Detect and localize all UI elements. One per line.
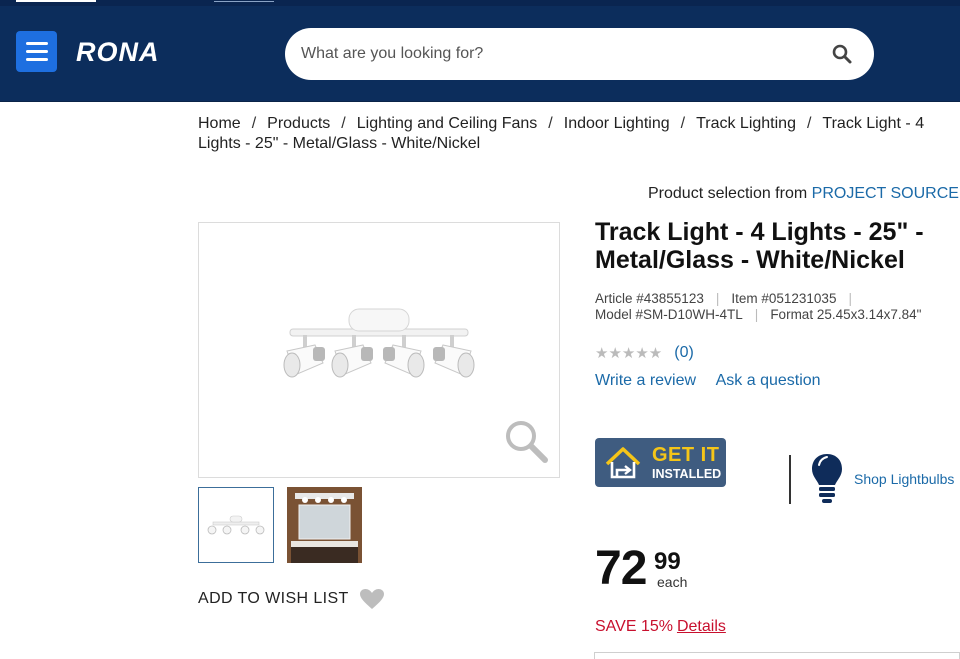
- install-label-bottom: INSTALLED: [652, 467, 722, 481]
- star-rating-icon: ★★★★★: [595, 345, 663, 362]
- price-dollars: 72: [595, 542, 647, 595]
- breadcrumb-item-lighting[interactable]: Lighting and Ceiling Fans: [357, 115, 538, 132]
- thumbnail-track-light-image: [207, 515, 265, 535]
- lightbulb-icon[interactable]: [810, 452, 844, 504]
- details-link[interactable]: Details: [677, 618, 726, 635]
- zoom-icon[interactable]: [503, 418, 549, 464]
- savings-info: SAVE 15% Details: [595, 618, 726, 636]
- review-actions: Write a review Ask a question: [595, 372, 837, 390]
- search-input[interactable]: [301, 28, 821, 80]
- product-title: Track Light - 4 Lights - 25" - Metal/Gla…: [595, 218, 924, 274]
- menu-button[interactable]: [16, 31, 57, 72]
- get-it-installed-button[interactable]: GET IT INSTALLED: [595, 438, 726, 487]
- price-cents: 99: [654, 548, 681, 575]
- breadcrumb-item-home[interactable]: Home: [198, 115, 241, 132]
- add-to-wishlist[interactable]: ADD TO WISH LIST: [198, 588, 385, 610]
- breadcrumb-separator: /: [251, 115, 257, 132]
- site-header: RONA: [0, 0, 960, 102]
- utility-link-secondary[interactable]: [214, 0, 274, 2]
- breadcrumb-item-products[interactable]: Products: [267, 115, 330, 132]
- utility-link[interactable]: [16, 0, 96, 2]
- save-percent: SAVE 15%: [595, 618, 673, 635]
- site-logo[interactable]: RONA: [76, 36, 160, 68]
- product-format: Format 25.45x3.14x7.84": [770, 307, 922, 322]
- wishlist-label: ADD TO WISH LIST: [198, 590, 349, 607]
- item-number: Item #051231035: [731, 291, 837, 306]
- breadcrumb-item-track-lighting[interactable]: Track Lighting: [696, 115, 796, 132]
- house-icon: [605, 447, 641, 479]
- thumbnail-room-scene[interactable]: [287, 487, 362, 563]
- vendor-line: Product selection from PROJECT SOURCE: [648, 185, 959, 203]
- thumbnail-bathroom-image: [287, 487, 362, 563]
- rating-summary[interactable]: ★★★★★ (0): [595, 344, 694, 362]
- top-utility-strip: [0, 0, 960, 6]
- purchase-panel: [594, 652, 960, 659]
- menu-icon: [25, 42, 48, 45]
- divider: [789, 455, 791, 504]
- heart-icon: [359, 589, 384, 609]
- shop-lightbulbs-link[interactable]: Shop Lightbulbs: [854, 471, 954, 487]
- product-specs: Article #43855123 | Item #051231035 | Model…: [595, 291, 922, 322]
- write-review-link[interactable]: Write a review: [595, 372, 696, 389]
- search-bar: [285, 28, 874, 80]
- search-icon[interactable]: [831, 43, 853, 65]
- install-label-top: GET IT: [652, 444, 720, 466]
- vendor-brand-link[interactable]: PROJECT SOURCE: [812, 185, 959, 202]
- vendor-label: Product selection from: [648, 185, 808, 202]
- review-count[interactable]: (0): [674, 344, 694, 362]
- model-number: Model #SM-D10WH-4TL: [595, 307, 743, 322]
- thumbnail-product[interactable]: [198, 487, 274, 563]
- breadcrumb-item-indoor-lighting[interactable]: Indoor Lighting: [564, 115, 670, 132]
- ask-question-link[interactable]: Ask a question: [716, 372, 821, 389]
- article-number: Article #43855123: [595, 291, 704, 306]
- breadcrumb: Home / Products / Lighting and Ceiling Fans /…: [198, 115, 925, 152]
- price-unit: each: [657, 574, 688, 590]
- product-price: 72 99 each: [595, 540, 687, 598]
